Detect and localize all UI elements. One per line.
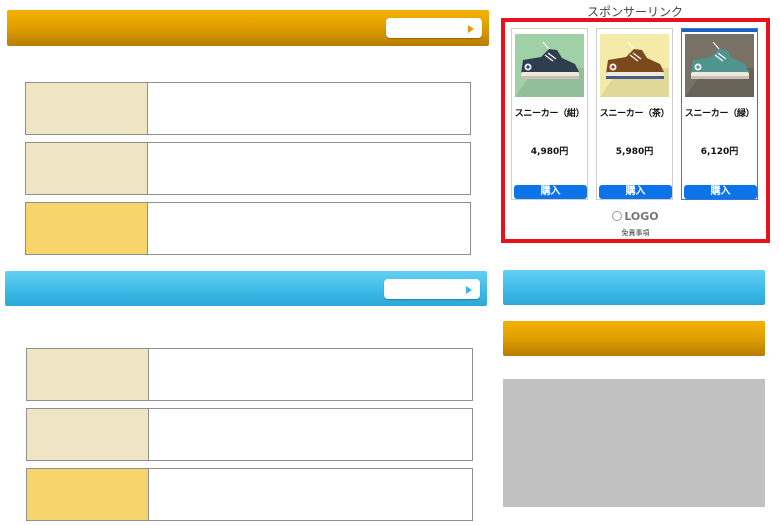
product-price: 6,120円 <box>700 147 739 157</box>
sneaker-icon <box>685 41 754 97</box>
list-item-thumbnail <box>27 409 149 460</box>
sidebar-banner-orange <box>503 321 765 356</box>
list-item[interactable] <box>26 468 473 521</box>
buy-button[interactable]: 購入 <box>599 185 672 199</box>
more-button-section-2[interactable] <box>384 279 480 299</box>
product-price: 4,980円 <box>530 147 569 157</box>
product-card[interactable]: スニーカー（紺） 4,980円 購入 <box>511 28 588 200</box>
list-item[interactable] <box>25 202 471 255</box>
buy-button[interactable]: 購入 <box>514 185 587 199</box>
product-price: 5,980円 <box>615 147 654 157</box>
ad-placeholder <box>503 379 765 507</box>
product-image <box>600 34 669 97</box>
product-name: スニーカー（緑） <box>684 109 755 119</box>
list-item[interactable] <box>25 142 471 195</box>
disclaimer-link[interactable]: 免責事項 <box>505 228 766 238</box>
product-image <box>685 34 754 97</box>
sneaker-icon <box>600 41 669 97</box>
list-item-thumbnail <box>27 469 149 520</box>
list-item-thumbnail <box>27 349 149 400</box>
advertiser-logo[interactable]: LOGO <box>505 210 766 223</box>
list-item-thumbnail <box>26 143 148 194</box>
list-item-thumbnail <box>26 203 148 254</box>
play-triangle-icon <box>468 25 474 33</box>
more-button-section-1[interactable] <box>386 18 482 38</box>
product-name: スニーカー（紺） <box>514 109 585 119</box>
circle-icon <box>612 211 623 221</box>
sidebar-banner-blue <box>503 270 765 305</box>
list-item-thumbnail <box>26 83 148 134</box>
product-card[interactable]: スニーカー（緑） 6,120円 購入 <box>681 28 758 200</box>
product-name: スニーカー（茶） <box>599 109 670 119</box>
list-item[interactable] <box>25 82 471 135</box>
product-card[interactable]: スニーカー（茶） 5,980円 購入 <box>596 28 673 200</box>
list-item[interactable] <box>26 348 473 401</box>
logo-text: LOGO <box>624 210 659 223</box>
sneaker-icon <box>515 41 584 97</box>
sponsored-ad-box: スニーカー（紺） 4,980円 購入 スニーカー（茶） 5,980円 購入 スニ… <box>501 18 770 243</box>
buy-button[interactable]: 購入 <box>684 185 757 199</box>
product-image <box>515 34 584 97</box>
play-triangle-icon <box>466 286 472 294</box>
list-item[interactable] <box>26 408 473 461</box>
